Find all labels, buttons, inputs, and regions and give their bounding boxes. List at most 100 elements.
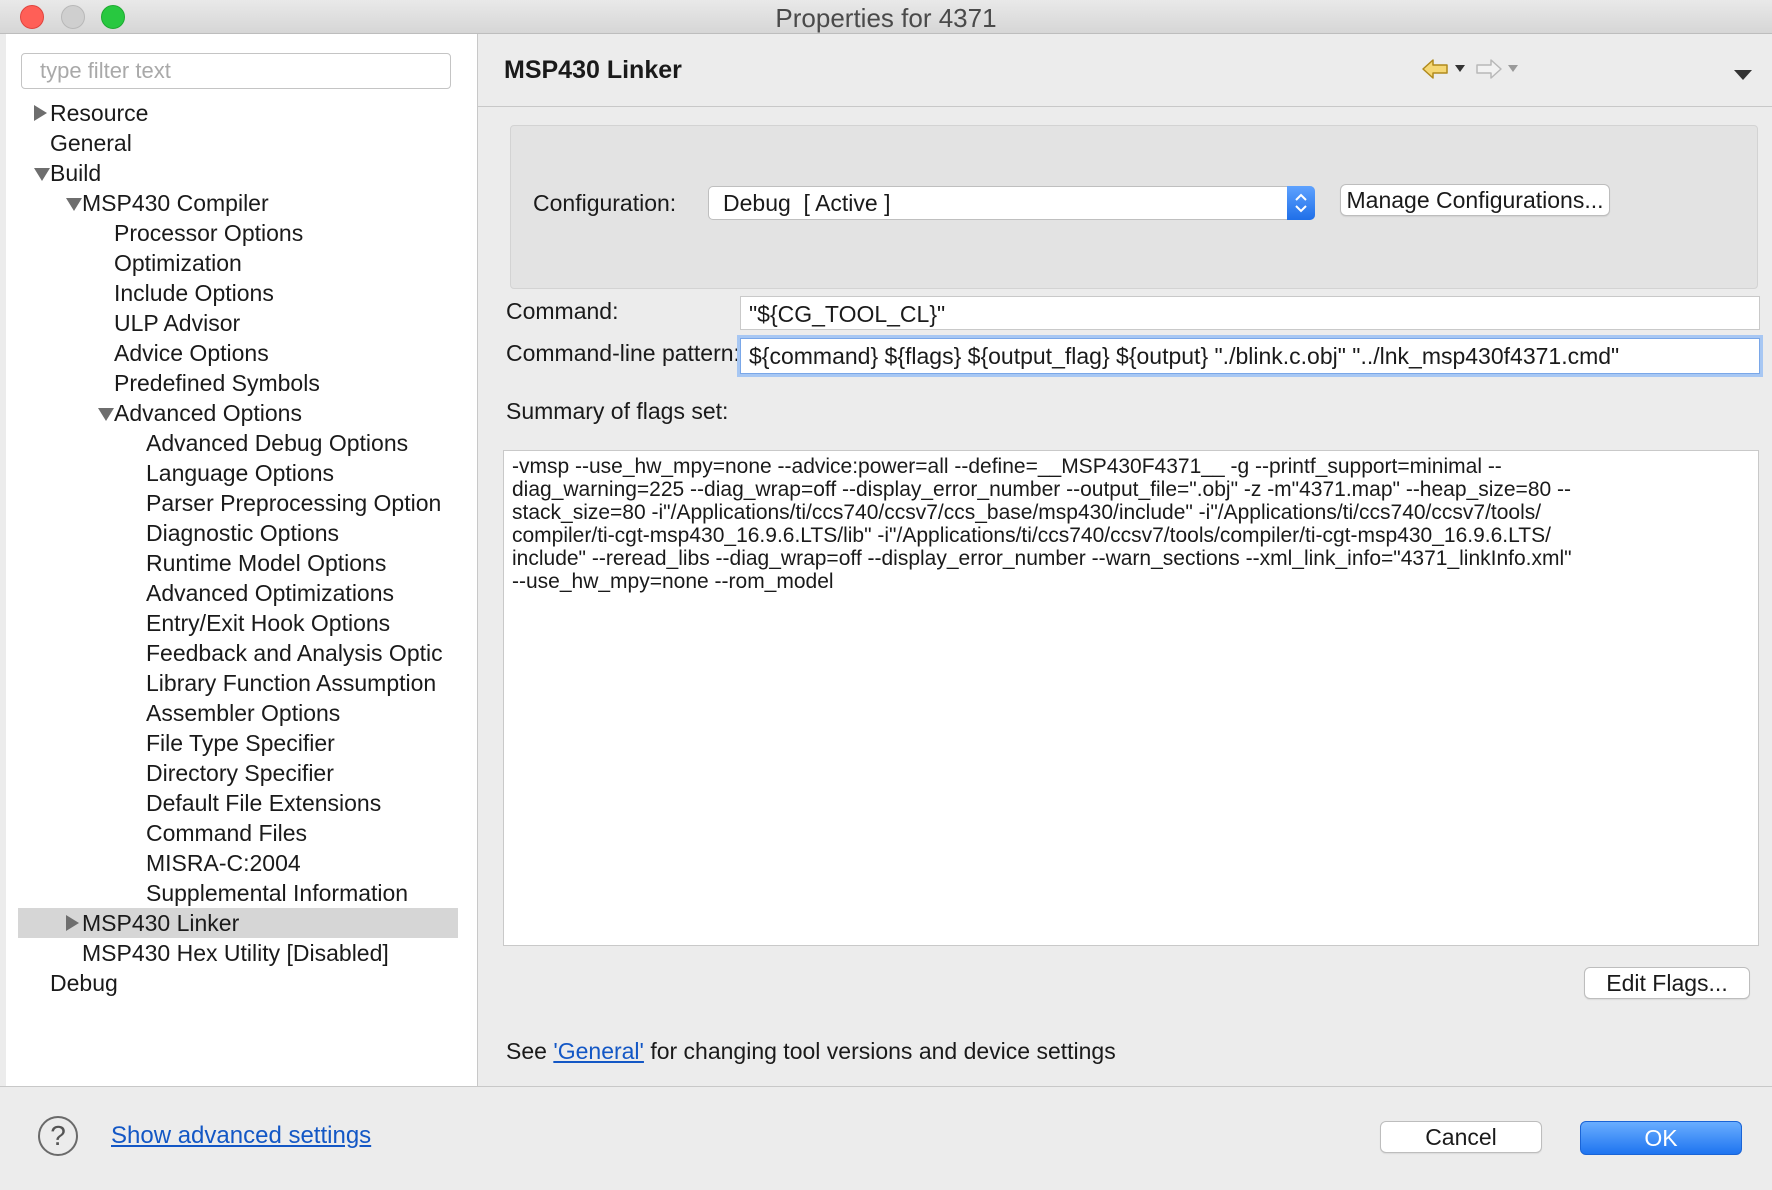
tree-item-label: Optimization <box>114 250 242 276</box>
select-arrows-icon[interactable] <box>1287 186 1315 220</box>
hint-prefix: See <box>506 1038 554 1064</box>
tree-item-general[interactable]: General <box>18 128 458 158</box>
tree-item-label: Predefined Symbols <box>114 370 320 396</box>
tree-item-label: Resource <box>50 100 149 126</box>
tree-item-parser-preprocessing-option[interactable]: Parser Preprocessing Option <box>18 488 458 518</box>
tree-item-ulp-advisor[interactable]: ULP Advisor <box>18 308 458 338</box>
tree-item-label: MSP430 Hex Utility [Disabled] <box>82 940 389 966</box>
tree-item-label: Entry/Exit Hook Options <box>146 610 391 636</box>
configuration-select[interactable]: Debug [ Active ] <box>708 186 1315 220</box>
tree-item-label: Processor Options <box>114 220 304 246</box>
tree-item-label: Parser Preprocessing Option <box>146 490 442 516</box>
tree-item-command-files[interactable]: Command Files <box>18 818 458 848</box>
tree-item-diagnostic-options[interactable]: Diagnostic Options <box>18 518 458 548</box>
summary-line: --use_hw_mpy=none --rom_model <box>512 570 834 593</box>
expanded-twisty-icon[interactable] <box>34 168 50 181</box>
tree-item-build[interactable]: Build <box>18 158 458 188</box>
summary-text-area[interactable]: -vmsp --use_hw_mpy=none --advice:power=a… <box>503 450 1759 946</box>
command-label: Command: <box>506 298 619 324</box>
tree-item-feedback-and-analysis-optic[interactable]: Feedback and Analysis Optic <box>18 638 458 668</box>
back-dropdown-icon[interactable] <box>1455 65 1465 72</box>
main-panel: MSP430 Linker Configuration: Debug [ Act… <box>478 34 1772 1086</box>
tree-item-label: Diagnostic Options <box>146 520 340 546</box>
manage-configurations-button[interactable]: Manage Configurations... <box>1340 184 1610 216</box>
edit-flags-button[interactable]: Edit Flags... <box>1584 967 1750 999</box>
command-field[interactable]: "${CG_TOOL_CL}" <box>740 296 1760 330</box>
general-link[interactable]: 'General' <box>553 1038 644 1064</box>
tree-item-runtime-model-options[interactable]: Runtime Model Options <box>18 548 458 578</box>
summary-line: diag_warning=225 --diag_wrap=off --displ… <box>512 478 1571 501</box>
collapsed-twisty-icon[interactable] <box>66 915 79 931</box>
tree-item-label: Command Files <box>146 820 308 846</box>
tree-item-label: MSP430 Compiler <box>82 190 269 216</box>
tree-item-msp430-compiler[interactable]: MSP430 Compiler <box>18 188 458 218</box>
tree-item-advanced-options[interactable]: Advanced Options <box>18 398 458 428</box>
dialog-button-bar: ? Show advanced settings Cancel OK <box>0 1086 1772 1190</box>
view-menu-icon[interactable] <box>1733 60 1753 90</box>
forward-arrow-icon[interactable] <box>1474 54 1504 84</box>
tree-item-label: File Type Specifier <box>146 730 335 756</box>
summary-line: compiler/ti-cgt-msp430_16.9.6.LTS/lib" -… <box>512 524 1551 547</box>
tree-item-label: Supplemental Information <box>146 880 409 906</box>
tree-item-label: Debug <box>50 970 118 996</box>
summary-line: stack_size=80 -i"/Applications/ti/ccs740… <box>512 501 1542 524</box>
configuration-label: Configuration: <box>533 190 677 216</box>
tree-item-label: Assembler Options <box>146 700 341 726</box>
tree-item-include-options[interactable]: Include Options <box>18 278 458 308</box>
show-advanced-settings-link[interactable]: Show advanced settings <box>111 1122 371 1150</box>
page-header: MSP430 Linker <box>478 34 1772 107</box>
tree-item-label: Language Options <box>146 460 334 486</box>
tree-item-optimization[interactable]: Optimization <box>18 248 458 278</box>
tree-item-debug[interactable]: Debug <box>18 968 458 998</box>
ok-button[interactable]: OK <box>1580 1121 1742 1155</box>
tree-item-label: Default File Extensions <box>146 790 382 816</box>
tree-item-language-options[interactable]: Language Options <box>18 458 458 488</box>
tree-item-misra-c-2004[interactable]: MISRA-C:2004 <box>18 848 458 878</box>
tree-item-label: Directory Specifier <box>146 760 334 786</box>
tree-item-label: Library Function Assumption <box>146 670 437 696</box>
expanded-twisty-icon[interactable] <box>98 408 114 421</box>
filter-input[interactable] <box>21 53 451 89</box>
tree-item-label: MISRA-C:2004 <box>146 850 301 876</box>
page-title: MSP430 Linker <box>504 56 682 84</box>
tree-item-processor-options[interactable]: Processor Options <box>18 218 458 248</box>
window-title: Properties for 4371 <box>775 3 997 33</box>
command-line-pattern-field[interactable]: ${command} ${flags} ${output_flag} ${out… <box>740 338 1760 374</box>
tree-item-advanced-debug-options[interactable]: Advanced Debug Options <box>18 428 458 458</box>
tree-item-file-type-specifier[interactable]: File Type Specifier <box>18 728 458 758</box>
tree-item-label: Advanced Options <box>114 400 302 426</box>
tree-item-directory-specifier[interactable]: Directory Specifier <box>18 758 458 788</box>
configuration-group: Configuration: Debug [ Active ] Manage C… <box>510 125 1758 289</box>
tree-item-label: Runtime Model Options <box>146 550 387 576</box>
tree-item-assembler-options[interactable]: Assembler Options <box>18 698 458 728</box>
tree-item-label: Advanced Debug Options <box>146 430 409 456</box>
tree-item-advanced-optimizations[interactable]: Advanced Optimizations <box>18 578 458 608</box>
title-bar: Properties for 4371 <box>0 0 1772 34</box>
cancel-button[interactable]: Cancel <box>1380 1121 1542 1153</box>
expanded-twisty-icon[interactable] <box>66 198 82 211</box>
hint-suffix: for changing tool versions and device se… <box>643 1038 1116 1064</box>
tree-item-supplemental-information[interactable]: Supplemental Information <box>18 878 458 908</box>
tree-item-label: Feedback and Analysis Optic <box>146 640 443 666</box>
tree-item-msp430-linker[interactable]: MSP430 Linker <box>18 908 458 938</box>
tree-item-resource[interactable]: Resource <box>18 98 458 128</box>
tree-item-label: ULP Advisor <box>114 310 241 336</box>
summary-line: include" --reread_libs --diag_wrap=off -… <box>512 547 1572 570</box>
tree-item-msp430-hex-utility-disabled[interactable]: MSP430 Hex Utility [Disabled] <box>18 938 458 968</box>
command-line-pattern-label: Command-line pattern: <box>506 340 740 366</box>
summary-line: -vmsp --use_hw_mpy=none --advice:power=a… <box>512 455 1502 478</box>
tree-item-label: Include Options <box>114 280 274 306</box>
tree-item-label: Advice Options <box>114 340 269 366</box>
collapsed-twisty-icon[interactable] <box>34 105 47 121</box>
summary-label: Summary of flags set: <box>506 398 729 424</box>
tree-item-advice-options[interactable]: Advice Options <box>18 338 458 368</box>
configuration-value: Debug [ Active ] <box>723 190 891 216</box>
tree-item-entry-exit-hook-options[interactable]: Entry/Exit Hook Options <box>18 608 458 638</box>
forward-dropdown-icon[interactable] <box>1508 65 1518 72</box>
help-icon[interactable]: ? <box>38 1116 78 1156</box>
tree-item-predefined-symbols[interactable]: Predefined Symbols <box>18 368 458 398</box>
back-arrow-icon[interactable] <box>1420 54 1450 84</box>
tree-item-default-file-extensions[interactable]: Default File Extensions <box>18 788 458 818</box>
tree-item-library-function-assumption[interactable]: Library Function Assumption <box>18 668 458 698</box>
general-hint: See 'General' for changing tool versions… <box>506 1038 1116 1065</box>
